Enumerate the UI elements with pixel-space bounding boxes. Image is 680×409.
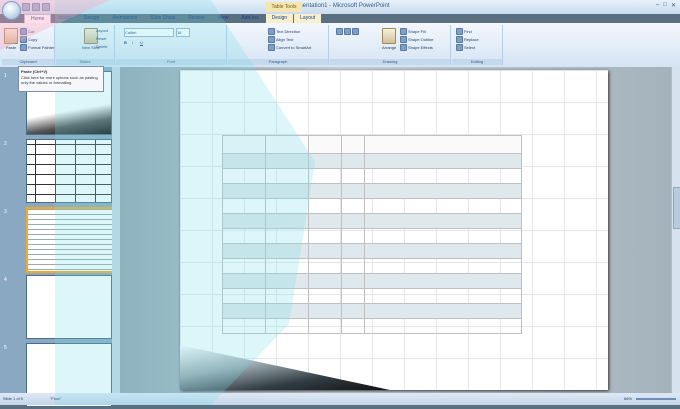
tab-insert[interactable]: Insert [52,14,77,23]
tooltip-title: Paste (Ctrl+V) [21,69,48,74]
window-controls: – □ ✕ [656,2,676,9]
tooltip-body: Click here for more options such as past… [21,75,98,85]
tab-animations[interactable]: Animations [106,14,143,23]
paragraph-group-label: Paragraph [228,59,328,65]
title-bar: Presentation1 - Microsoft PowerPoint Tab… [0,0,680,14]
arrange-button[interactable]: Arrange [382,28,396,50]
reset-button[interactable]: Reset [96,36,106,41]
pen-icon [400,36,407,43]
clipboard-group: Paste Cut Copy Format Painter Clipboard [2,25,55,65]
shape-fill-button[interactable]: Shape Fill [400,28,426,35]
cut-button[interactable]: Cut [20,28,34,35]
slide-editor [120,67,671,393]
layout-button[interactable]: Layout [96,28,108,33]
arrange-icon [382,28,397,44]
copy-icon [20,36,27,43]
thumbnail-pane-scrollbar[interactable] [112,67,120,393]
clipboard-group-label: Clipboard [2,59,54,65]
zoom-level[interactable]: 66% [624,396,632,401]
font-name-box[interactable]: Calibri [124,28,174,37]
slide-counter: Slide 1 of 5 [3,396,24,401]
zoom-slider[interactable] [636,398,676,400]
editing-group-label: Editing [452,59,502,65]
office-button[interactable] [2,1,21,20]
font-group-label: Font [116,59,226,65]
replace-button[interactable]: Replace [456,36,479,43]
convert-smartart-button[interactable]: Convert to SmartArt [268,44,311,51]
status-bar: Slide 1 of 5 "Flow" 66% [0,393,680,405]
shape-effects-button[interactable]: Shape Effects [400,44,433,51]
binoculars-icon [456,28,463,35]
current-slide[interactable] [180,70,608,390]
underline-button[interactable]: U [140,40,143,45]
drawing-group: Arrange Shape Fill Shape Outline Shape E… [330,25,451,65]
drawing-group-label: Drawing [330,59,450,65]
text-direction-button[interactable]: Text Direction [268,28,300,35]
window-title: Presentation1 - Microsoft PowerPoint [290,3,390,9]
tab-review[interactable]: Review [182,14,210,23]
slide-thumbnail[interactable] [26,275,112,339]
arrow-shape-icon [352,28,359,35]
slide-thumbnail[interactable] [26,139,112,203]
thumbnail-item[interactable]: 2 [4,139,112,205]
smartart-icon [268,44,275,51]
font-group: Calibri 18 B I U Font [116,25,227,65]
scissors-icon [20,28,27,35]
tab-slide-show[interactable]: Slide Show [144,14,181,23]
thumbnail-item[interactable]: 4 [4,275,112,341]
copy-button[interactable]: Copy [20,36,37,43]
slide-thumbnail-pane: 1 2 3 4 5 [0,67,121,407]
paragraph-group: Text Direction Align Text Convert to Sma… [228,25,329,65]
slide-thumbnail[interactable] [26,207,114,273]
table-tools-label: Table Tools [266,2,302,12]
shapes-gallery[interactable] [336,28,359,35]
tab-design[interactable]: Design [78,14,106,23]
bold-button[interactable]: B [124,40,127,45]
paste-icon [4,28,18,44]
theme-name: "Flow" [50,396,62,401]
effects-icon [400,44,407,51]
paint-bucket-icon [400,28,407,35]
slide-table[interactable] [222,135,522,334]
close-button[interactable]: ✕ [671,2,676,9]
oval-shape-icon [344,28,351,35]
select-button[interactable]: Select [456,44,475,51]
brush-icon [20,44,27,51]
thumbnail-item[interactable]: 3 [4,207,114,273]
shape-outline-button[interactable]: Shape Outline [400,36,433,43]
maximize-button[interactable]: □ [663,2,667,9]
text-direction-icon [268,28,275,35]
replace-icon [456,36,463,43]
delete-button[interactable]: Delete [96,44,108,49]
ribbon: Paste Cut Copy Format Painter Clipboard … [0,23,680,68]
tab-add-ins[interactable]: Add-Ins [235,14,264,23]
tab-view[interactable]: View [212,14,235,23]
format-painter-button[interactable]: Format Painter [20,44,54,51]
font-size-box[interactable]: 18 [176,28,190,37]
paste-button[interactable]: Paste [4,28,18,50]
zoom-controls: 66% [624,396,676,401]
scrollbar-thumb[interactable] [673,187,680,229]
minimize-button[interactable]: – [656,2,659,9]
rectangle-shape-icon [336,28,343,35]
editor-vertical-scrollbar[interactable] [671,67,680,393]
tab-table-layout[interactable]: Layout [294,14,322,23]
cursor-icon [456,44,463,51]
align-text-button[interactable]: Align Text [268,36,293,43]
find-button[interactable]: Find [456,28,472,35]
editing-group: Find Replace Select Editing [452,25,503,65]
slides-group: New Slide Layout Reset Delete Slides [56,25,115,65]
paste-tooltip: Paste (Ctrl+V) Click here for more optio… [18,66,104,92]
tab-table-design[interactable]: Design [265,14,294,23]
slides-group-label: Slides [56,59,114,65]
italic-button[interactable]: I [132,40,133,45]
align-text-icon [268,36,275,43]
